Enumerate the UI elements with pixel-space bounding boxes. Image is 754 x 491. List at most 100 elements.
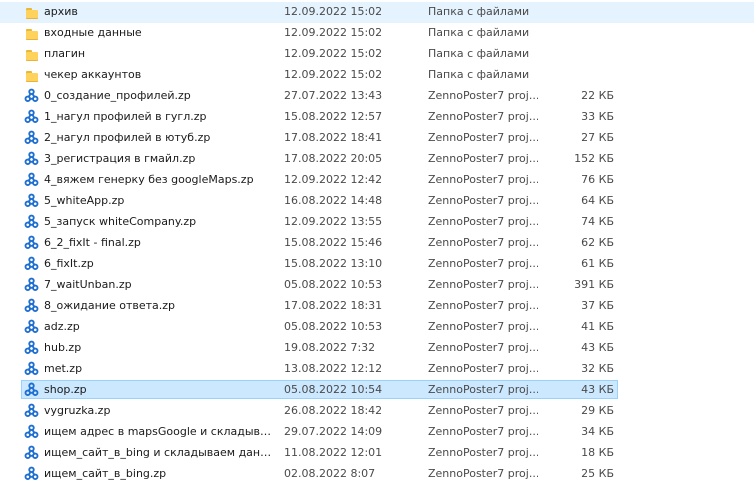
file-size: 391 КБ	[574, 278, 614, 291]
file-name: 7_waitUnban.zp	[44, 278, 132, 291]
file-row[interactable]: shop.zp 05.08.2022 10:54 ZennoPoster7 proj…	[0, 380, 754, 401]
zennoposter-icon	[24, 424, 39, 439]
file-row[interactable]: hub.zp 19.08.2022 7:32 ZennoPoster7 proj..…	[0, 338, 754, 359]
file-name: ищем_сайт_в_bing и складываем данн...	[44, 446, 272, 459]
file-size: 32 КБ	[581, 362, 614, 375]
file-type: ZennoPoster7 proj...	[428, 299, 538, 312]
file-name: 6_2_fixIt - final.zp	[44, 236, 141, 249]
file-row[interactable]: 8_ожидание ответа.zp 17.08.2022 18:31 Zenn…	[0, 296, 754, 317]
file-type: ZennoPoster7 proj...	[428, 446, 538, 459]
file-row[interactable]: 4_вяжем генерку без googleMaps.zp 12.09.2…	[0, 170, 754, 191]
file-size	[540, 23, 614, 42]
file-name: ищем адрес в mapsGoogle и складываем...	[44, 425, 272, 438]
file-type: Папка с файлами	[428, 26, 530, 39]
file-row[interactable]: 7_waitUnban.zp 05.08.2022 10:53 ZennoPoste…	[0, 275, 754, 296]
file-row[interactable]: 5_whiteApp.zp 16.08.2022 14:48 ZennoPoster…	[0, 191, 754, 212]
file-date-modified: 15.08.2022 13:10	[284, 257, 383, 270]
folder-row[interactable]: чекер аккаунтов 12.09.2022 15:02 Папка с ф…	[0, 65, 754, 86]
file-row[interactable]: 5_запуск whiteCompany.zp 12.09.2022 13:55…	[0, 212, 754, 233]
zennoposter-icon	[24, 403, 39, 418]
zennoposter-icon	[24, 298, 39, 313]
file-date-modified: 12.09.2022 13:55	[284, 215, 383, 228]
file-size: 18 КБ	[581, 446, 614, 459]
zennoposter-icon	[24, 361, 39, 376]
zennoposter-icon	[24, 193, 39, 208]
file-type: Папка с файлами	[428, 47, 530, 60]
file-size: 27 КБ	[581, 131, 614, 144]
file-row[interactable]: adz.zp 05.08.2022 10:53 ZennoPoster7 proj.…	[0, 317, 754, 338]
folder-icon	[24, 4, 39, 19]
file-row[interactable]: met.zp 13.08.2022 12:12 ZennoPoster7 proj.…	[0, 359, 754, 380]
file-row[interactable]: 0_создание_профилей.zp 27.07.2022 13:43 Ze…	[0, 86, 754, 107]
file-type: ZennoPoster7 proj...	[428, 278, 538, 291]
file-type: ZennoPoster7 proj...	[428, 131, 538, 144]
file-date-modified: 12.09.2022 15:02	[284, 5, 383, 18]
file-date-modified: 13.08.2022 12:12	[284, 362, 383, 375]
file-row[interactable]: 2_нагул профилей в ютуб.zp 17.08.2022 18:…	[0, 128, 754, 149]
file-row[interactable]: ищем адрес в mapsGoogle и складываем... 2…	[0, 422, 754, 443]
zennoposter-icon	[24, 382, 39, 397]
file-type: ZennoPoster7 proj...	[428, 194, 538, 207]
file-size: 61 КБ	[581, 257, 614, 270]
file-date-modified: 17.08.2022 20:05	[284, 152, 383, 165]
file-row[interactable]: 3_регистрация в гмайл.zp 17.08.2022 20:05…	[0, 149, 754, 170]
file-name: 5_запуск whiteCompany.zp	[44, 215, 197, 228]
zennoposter-icon	[24, 277, 39, 292]
file-type: ZennoPoster7 proj...	[428, 362, 538, 375]
file-name: ищем_сайт_в_bing.zp	[44, 467, 167, 480]
file-name: hub.zp	[44, 341, 82, 354]
zennoposter-icon	[24, 109, 39, 124]
zennoposter-icon	[24, 256, 39, 271]
file-type: Папка с файлами	[428, 5, 530, 18]
file-date-modified: 12.09.2022 15:02	[284, 68, 383, 81]
file-list: архив 12.09.2022 15:02 Папка с файлами вход…	[0, 2, 754, 485]
file-name: 0_создание_профилей.zp	[44, 89, 191, 102]
file-type: ZennoPoster7 proj...	[428, 320, 538, 333]
zennoposter-icon	[24, 151, 39, 166]
file-size: 62 КБ	[581, 236, 614, 249]
zennoposter-icon	[24, 340, 39, 355]
file-size	[540, 2, 614, 21]
zennoposter-icon	[24, 130, 39, 145]
file-date-modified: 19.08.2022 7:32	[284, 341, 376, 354]
file-name: чекер аккаунтов	[44, 68, 142, 81]
file-row[interactable]: vygruzka.zp 26.08.2022 18:42 ZennoPoster7 …	[0, 401, 754, 422]
file-date-modified: 26.08.2022 18:42	[284, 404, 383, 417]
file-row[interactable]: ищем_сайт_в_bing и складываем данн... 11.…	[0, 443, 754, 464]
file-date-modified: 05.08.2022 10:53	[284, 320, 383, 333]
file-date-modified: 16.08.2022 14:48	[284, 194, 383, 207]
file-name: плагин	[44, 47, 86, 60]
file-row[interactable]: 1_нагул профилей в гугл.zp 15.08.2022 12:…	[0, 107, 754, 128]
folder-icon	[24, 46, 39, 61]
file-type: Папка с файлами	[428, 68, 530, 81]
file-date-modified: 29.07.2022 14:09	[284, 425, 383, 438]
file-name: входные данные	[44, 26, 142, 39]
file-size: 43 КБ	[581, 383, 614, 396]
file-size: 34 КБ	[581, 425, 614, 438]
file-date-modified: 12.09.2022 12:42	[284, 173, 383, 186]
file-name: 6_fixIt.zp	[44, 257, 94, 270]
file-size: 64 КБ	[581, 194, 614, 207]
file-date-modified: 05.08.2022 10:54	[284, 383, 383, 396]
folder-row[interactable]: входные данные 12.09.2022 15:02 Папка с фа…	[0, 23, 754, 44]
folder-row[interactable]: плагин 12.09.2022 15:02 Папка с файлами	[0, 44, 754, 65]
file-type: ZennoPoster7 proj...	[428, 341, 538, 354]
file-name: архив	[44, 5, 78, 18]
file-row[interactable]: ищем_сайт_в_bing.zp 02.08.2022 8:07 ZennoP…	[0, 464, 754, 485]
zennoposter-icon	[24, 445, 39, 460]
file-size: 37 КБ	[581, 299, 614, 312]
file-date-modified: 11.08.2022 12:01	[284, 446, 383, 459]
file-size: 25 КБ	[581, 467, 614, 480]
file-row[interactable]: 6_fixIt.zp 15.08.2022 13:10 ZennoPoster7 p…	[0, 254, 754, 275]
file-row[interactable]: 6_2_fixIt - final.zp 15.08.2022 15:46 Zenn…	[0, 233, 754, 254]
zennoposter-icon	[24, 319, 39, 334]
file-type: ZennoPoster7 proj...	[428, 404, 538, 417]
folder-row[interactable]: архив 12.09.2022 15:02 Папка с файлами	[0, 2, 754, 23]
file-size: 152 КБ	[574, 152, 614, 165]
zennoposter-icon	[24, 88, 39, 103]
file-size: 76 КБ	[581, 173, 614, 186]
file-type: ZennoPoster7 proj...	[428, 467, 538, 480]
file-name: 2_нагул профилей в ютуб.zp	[44, 131, 211, 144]
file-date-modified: 17.08.2022 18:31	[284, 299, 383, 312]
file-date-modified: 15.08.2022 15:46	[284, 236, 383, 249]
